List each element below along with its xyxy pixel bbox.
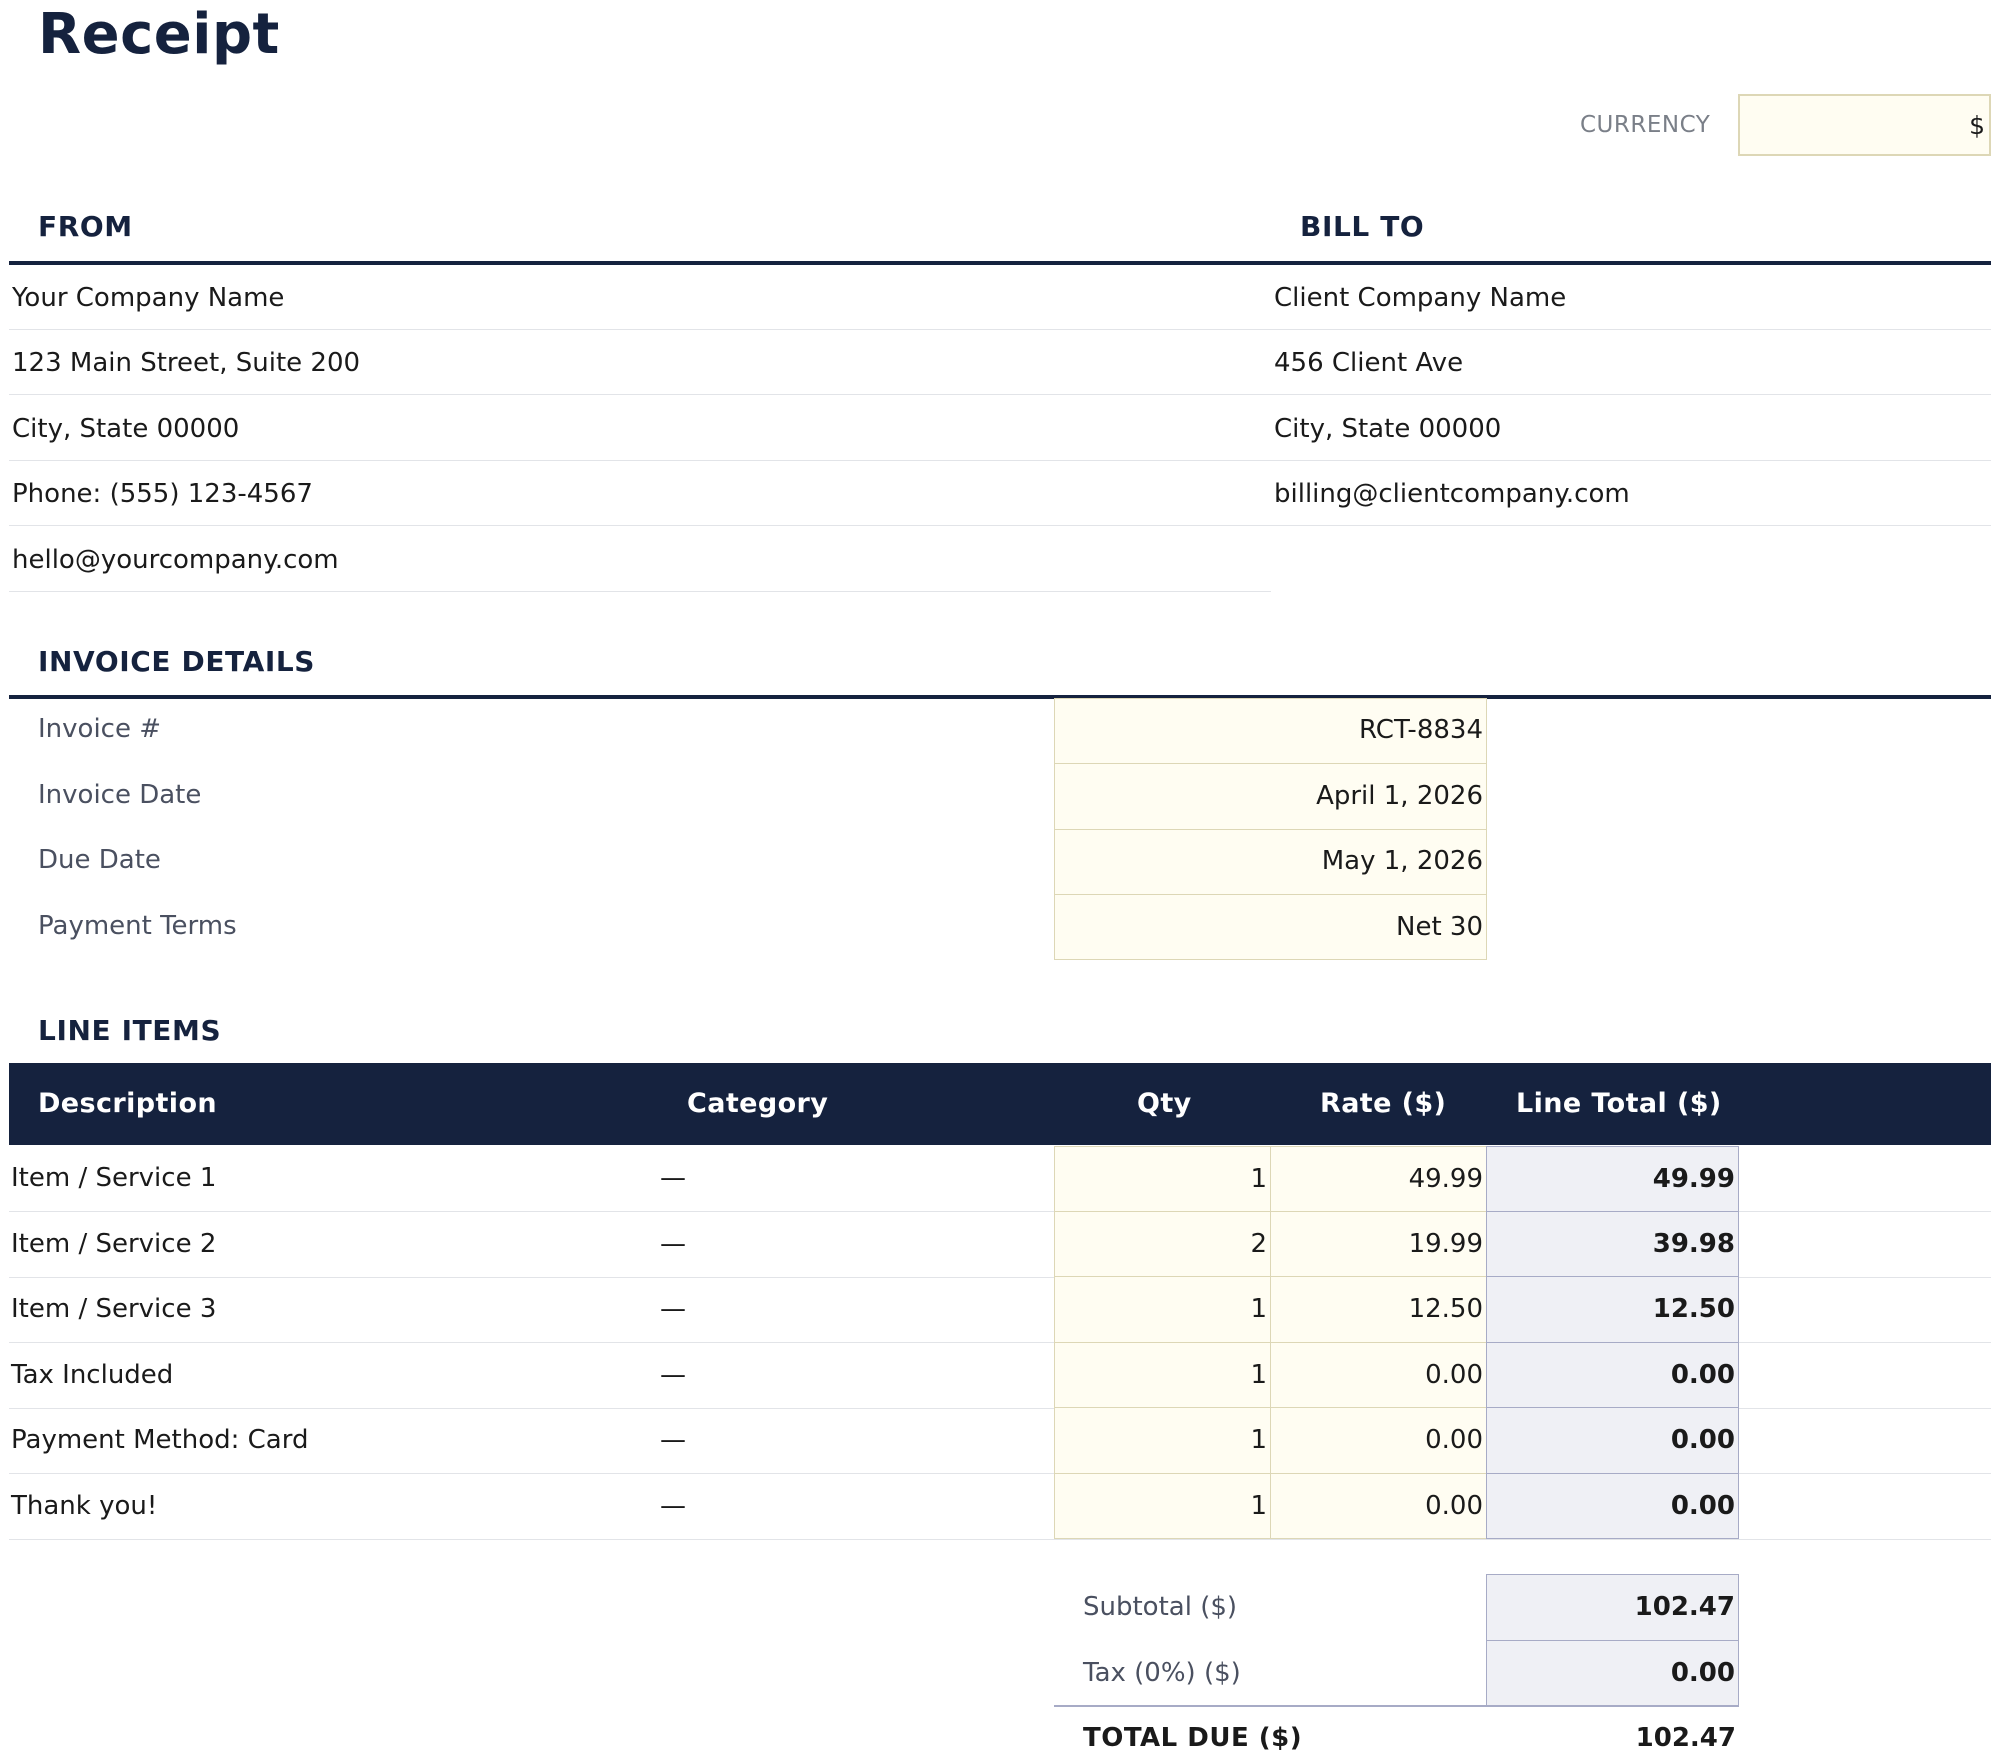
bill-to-city-state[interactable]: City, State 00000 [1271, 396, 1991, 461]
tax-value: 0.00 [1486, 1640, 1739, 1706]
subtotal-label: Subtotal ($) [1083, 1592, 1238, 1622]
item-line-total: 0.00 [1486, 1473, 1739, 1539]
item-qty-input[interactable]: 2 [1054, 1211, 1271, 1277]
from-city-state[interactable]: City, State 00000 [9, 396, 1271, 461]
page-title: Receipt [38, 2, 280, 67]
payment-terms-label: Payment Terms [38, 911, 237, 941]
item-description[interactable]: Item / Service 2 [11, 1229, 216, 1259]
invoice-number-input[interactable]: RCT-8834 [1054, 698, 1487, 764]
item-rate-input[interactable]: 19.99 [1270, 1211, 1487, 1277]
bill-to-company-name[interactable]: Client Company Name [1271, 265, 1991, 330]
bill-to-email[interactable]: billing@clientcompany.com [1271, 461, 1991, 526]
col-rate: Rate ($) [1320, 1088, 1447, 1119]
tax-label: Tax (0%) ($) [1083, 1658, 1241, 1688]
total-due-value: 102.47 [1635, 1723, 1736, 1753]
currency-input[interactable]: $ [1738, 94, 1991, 156]
col-line-total: Line Total ($) [1516, 1088, 1722, 1119]
item-qty-input[interactable]: 1 [1054, 1276, 1271, 1343]
from-heading: FROM [38, 210, 133, 243]
col-description: Description [38, 1088, 218, 1119]
item-rate-input[interactable]: 49.99 [1270, 1146, 1487, 1212]
from-company-name[interactable]: Your Company Name [9, 265, 1271, 330]
item-description[interactable]: Thank you! [11, 1491, 157, 1521]
invoice-date-label: Invoice Date [38, 780, 202, 810]
bill-to-street[interactable]: 456 Client Ave [1271, 330, 1991, 395]
due-date-label: Due Date [38, 845, 161, 875]
payment-terms-input[interactable]: Net 30 [1054, 894, 1487, 960]
item-line-total: 0.00 [1486, 1407, 1739, 1474]
bill-to-heading: BILL TO [1300, 210, 1425, 243]
item-line-total: 12.50 [1486, 1276, 1739, 1343]
item-qty-input[interactable]: 1 [1054, 1407, 1271, 1474]
currency-label: CURRENCY [1580, 112, 1711, 138]
item-description[interactable]: Item / Service 1 [11, 1163, 216, 1193]
item-category[interactable]: — [660, 1229, 686, 1259]
col-qty: Qty [1137, 1088, 1192, 1119]
item-rate-input[interactable]: 0.00 [1270, 1407, 1487, 1474]
item-rate-input[interactable]: 0.00 [1270, 1473, 1487, 1539]
total-due-label: TOTAL DUE ($) [1083, 1723, 1303, 1753]
from-street[interactable]: 123 Main Street, Suite 200 [9, 330, 1271, 395]
col-category: Category [687, 1088, 829, 1119]
invoice-details-heading: INVOICE DETAILS [38, 645, 316, 678]
item-line-total: 49.99 [1486, 1146, 1739, 1212]
item-qty-input[interactable]: 1 [1054, 1473, 1271, 1539]
item-description[interactable]: Payment Method: Card [11, 1425, 308, 1455]
item-qty-input[interactable]: 1 [1054, 1342, 1271, 1408]
subtotal-value: 102.47 [1486, 1574, 1739, 1641]
invoice-details-divider [9, 695, 1991, 699]
invoice-number-label: Invoice # [38, 714, 162, 744]
item-category[interactable]: — [660, 1425, 686, 1455]
item-line-total: 39.98 [1486, 1211, 1739, 1277]
item-rate-input[interactable]: 12.50 [1270, 1276, 1487, 1343]
item-category[interactable]: — [660, 1491, 686, 1521]
invoice-date-input[interactable]: April 1, 2026 [1054, 763, 1487, 830]
total-divider [1054, 1705, 1739, 1707]
item-description[interactable]: Item / Service 3 [11, 1294, 216, 1324]
item-rate-input[interactable]: 0.00 [1270, 1342, 1487, 1408]
from-phone[interactable]: Phone: (555) 123-4567 [9, 461, 1271, 526]
item-line-total: 0.00 [1486, 1342, 1739, 1408]
item-qty-input[interactable]: 1 [1054, 1146, 1271, 1212]
line-items-heading: LINE ITEMS [38, 1014, 222, 1047]
from-email[interactable]: hello@yourcompany.com [9, 527, 1271, 592]
due-date-input[interactable]: May 1, 2026 [1054, 829, 1487, 895]
item-category[interactable]: — [660, 1163, 686, 1193]
item-category[interactable]: — [660, 1294, 686, 1324]
item-category[interactable]: — [660, 1360, 686, 1390]
item-description[interactable]: Tax Included [11, 1360, 173, 1390]
